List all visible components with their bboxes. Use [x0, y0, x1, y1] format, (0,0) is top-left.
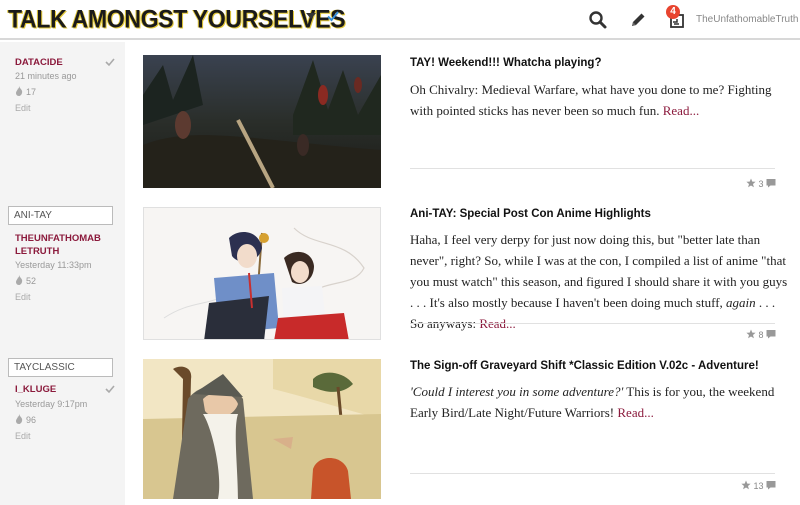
likes-count[interactable]: 96: [15, 414, 36, 425]
post-time[interactable]: Yesterday 9:17pm: [15, 399, 87, 409]
author-link[interactable]: DATACIDE: [15, 56, 103, 69]
battle-scene-image: [143, 55, 381, 188]
post-excerpt: Oh Chivalry: Medieval Warfare, what have…: [410, 82, 772, 118]
post-stats[interactable]: 8: [746, 329, 776, 340]
wizard-illustration-image: [143, 359, 381, 499]
edit-link[interactable]: Edit: [15, 431, 31, 441]
edit-link[interactable]: Edit: [15, 292, 31, 302]
post-stats[interactable]: 13: [741, 480, 776, 491]
check-icon: [105, 58, 115, 67]
post-footer-divider: [410, 168, 775, 169]
post-footer-divider: [410, 473, 775, 474]
chevron-down-icon[interactable]: [306, 13, 316, 19]
post-item: ANI-TAY THEUNFATHOMABLETRUTH Yesterday 1…: [0, 197, 800, 349]
star-icon: [746, 329, 756, 339]
comment-icon: [766, 481, 776, 490]
site-logo[interactable]: TALK AMONGST YOURSELVES: [8, 5, 346, 34]
likes-count[interactable]: 17: [15, 86, 36, 97]
post-title[interactable]: Ani-TAY: Special Post Con Anime Highligh…: [410, 208, 651, 220]
check-icon: [105, 385, 115, 394]
post-footer-divider: [410, 323, 775, 324]
read-more-link[interactable]: Read...: [617, 405, 653, 420]
post-thumbnail[interactable]: [143, 55, 381, 188]
post-thumbnail[interactable]: [143, 359, 381, 499]
username-link[interactable]: TheUnfathomableTruth: [696, 14, 798, 25]
post-thumbnail[interactable]: [143, 207, 381, 340]
read-more-link[interactable]: Read...: [663, 103, 699, 118]
post-time[interactable]: Yesterday 11:33pm: [15, 260, 92, 270]
author-link[interactable]: THEUNFATHOMABLETRUTH: [15, 232, 103, 258]
top-bar: TALK AMONGST YOURSELVES 4 TheUnfathomabl…: [0, 0, 800, 40]
flame-icon: [16, 414, 23, 424]
flame-icon: [16, 86, 23, 96]
post-excerpt: Haha, I feel very derpy for just now doi…: [410, 232, 788, 331]
comment-icon: [766, 330, 776, 339]
post-item: TAYCLASSIC I_KLUGE Yesterday 9:17pm 96 E…: [0, 349, 800, 505]
post-tag[interactable]: TAYCLASSIC: [8, 358, 113, 377]
anime-illustration-image: [144, 208, 380, 339]
author-link[interactable]: I_KLUGE: [15, 383, 103, 396]
pencil-icon[interactable]: [628, 10, 648, 30]
post-item: DATACIDE 21 minutes ago 17 Edit TAY! Wee…: [0, 42, 800, 197]
post-stats[interactable]: 3: [746, 178, 776, 189]
notification-badge[interactable]: 4: [666, 5, 680, 19]
edit-link[interactable]: Edit: [15, 103, 31, 113]
post-excerpt: 'Could I interest you in some adventure?…: [410, 384, 775, 420]
search-icon[interactable]: [588, 10, 608, 30]
star-icon: [746, 178, 756, 188]
post-title[interactable]: The Sign-off Graveyard Shift *Classic Ed…: [410, 360, 759, 372]
post-title[interactable]: TAY! Weekend!!! Whatcha playing?: [410, 57, 601, 69]
post-time[interactable]: 21 minutes ago: [15, 71, 77, 81]
star-icon: [741, 480, 751, 490]
verified-check-icon: [327, 11, 339, 22]
likes-count[interactable]: 52: [15, 275, 36, 286]
post-tag[interactable]: ANI-TAY: [8, 206, 113, 225]
flame-icon: [16, 275, 23, 285]
comment-icon: [766, 179, 776, 188]
